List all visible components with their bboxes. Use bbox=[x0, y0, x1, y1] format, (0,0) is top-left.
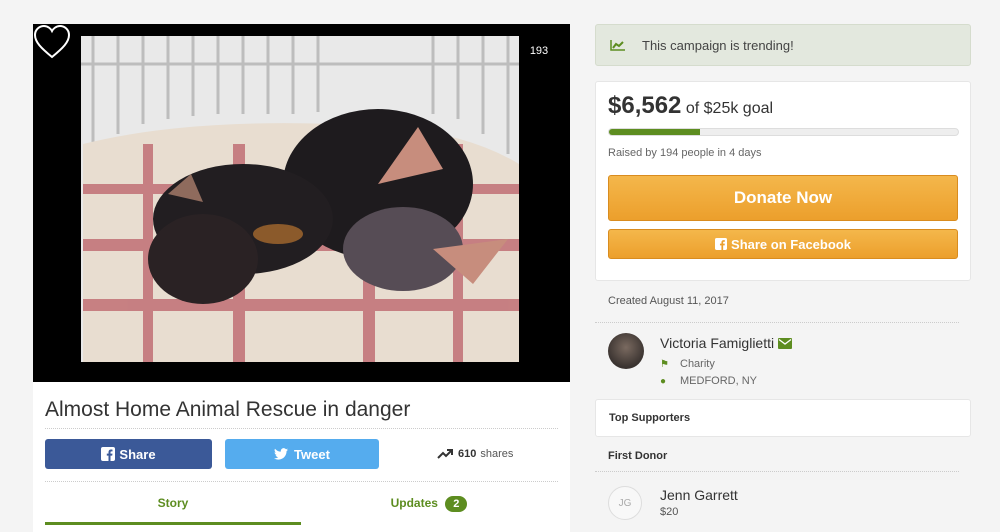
donor-avatar: JG bbox=[608, 486, 642, 520]
raised-by-text: Raised by 194 people in 4 days bbox=[608, 147, 762, 159]
share-on-facebook-label: Share on Facebook bbox=[731, 236, 851, 252]
organizer-info: Victoria Famiglietti ⚑ Charity ● MEDFORD… bbox=[595, 323, 971, 399]
trending-banner: This campaign is trending! bbox=[595, 24, 971, 66]
first-donor-header: First Donor bbox=[595, 450, 959, 472]
like-count: 193 bbox=[529, 45, 549, 57]
twitter-tweet-button[interactable]: Tweet bbox=[225, 439, 379, 469]
tab-story[interactable]: Story bbox=[45, 482, 301, 527]
facebook-icon bbox=[101, 447, 116, 461]
donor-item: JG Jenn Garrett $20 bbox=[595, 472, 971, 532]
top-supporters-header[interactable]: Top Supporters bbox=[595, 399, 971, 437]
campaign-tabs: Story Updates 2 bbox=[45, 482, 558, 527]
organizer-name-row: Victoria Famiglietti bbox=[660, 335, 793, 351]
envelope-icon[interactable] bbox=[778, 337, 793, 349]
trending-text: This campaign is trending! bbox=[642, 37, 794, 53]
shares-count: 610 bbox=[458, 448, 477, 460]
donate-now-button[interactable]: Donate Now bbox=[608, 175, 958, 221]
organizer-avatar[interactable] bbox=[608, 333, 644, 369]
organizer-location-row: ● MEDFORD, NY bbox=[660, 375, 757, 387]
campaign-title: Almost Home Animal Rescue in danger bbox=[45, 382, 558, 429]
campaign-photo[interactable]: 193 bbox=[33, 24, 570, 382]
goal-text: of $25k goal bbox=[685, 100, 774, 117]
donor-amount: $20 bbox=[660, 506, 679, 518]
donate-card: $6,562 of $25k goal Raised by 194 people… bbox=[595, 81, 971, 281]
donor-name: Jenn Garrett bbox=[660, 487, 738, 503]
funding-progress-fill bbox=[609, 129, 700, 135]
tab-updates-label: Updates bbox=[390, 496, 438, 510]
funding-progress-bar bbox=[608, 128, 959, 136]
facebook-icon bbox=[715, 238, 728, 250]
dogs-photo-image bbox=[81, 36, 519, 362]
tab-updates[interactable]: Updates 2 bbox=[301, 482, 557, 527]
trending-arrow-icon bbox=[437, 449, 453, 459]
tab-story-label: Story bbox=[157, 496, 189, 510]
tag-icon: ⚑ bbox=[660, 358, 669, 370]
organizer-location: MEDFORD, NY bbox=[680, 375, 757, 387]
organizer-name[interactable]: Victoria Famiglietti bbox=[660, 335, 774, 351]
share-row: Share Tweet 610 shares bbox=[45, 439, 558, 469]
share-on-facebook-button[interactable]: Share on Facebook bbox=[608, 229, 958, 259]
campaign-details-card: Almost Home Animal Rescue in danger Shar… bbox=[33, 382, 570, 532]
organizer-category-row: ⚑ Charity bbox=[660, 358, 715, 370]
amount-raised: $6,562 bbox=[608, 92, 682, 119]
shares-counter: 610 shares bbox=[437, 448, 513, 460]
campaign-sidebar: This campaign is trending! $6,562 of $25… bbox=[595, 24, 971, 532]
twitter-icon bbox=[274, 448, 289, 460]
trending-chart-icon bbox=[610, 40, 625, 51]
facebook-share-button[interactable]: Share bbox=[45, 439, 212, 469]
updates-count-badge: 2 bbox=[445, 496, 468, 512]
location-pin-icon: ● bbox=[660, 375, 667, 387]
funding-summary: $6,562 of $25k goal bbox=[608, 92, 958, 120]
facebook-share-label: Share bbox=[119, 446, 156, 462]
created-date: Created August 11, 2017 bbox=[595, 295, 959, 323]
heart-icon[interactable] bbox=[33, 24, 71, 60]
twitter-tweet-label: Tweet bbox=[294, 446, 330, 462]
shares-label: shares bbox=[480, 448, 514, 460]
organizer-category: Charity bbox=[680, 358, 715, 370]
campaign-main: 193 Almost Home Animal Rescue in danger … bbox=[33, 24, 570, 532]
